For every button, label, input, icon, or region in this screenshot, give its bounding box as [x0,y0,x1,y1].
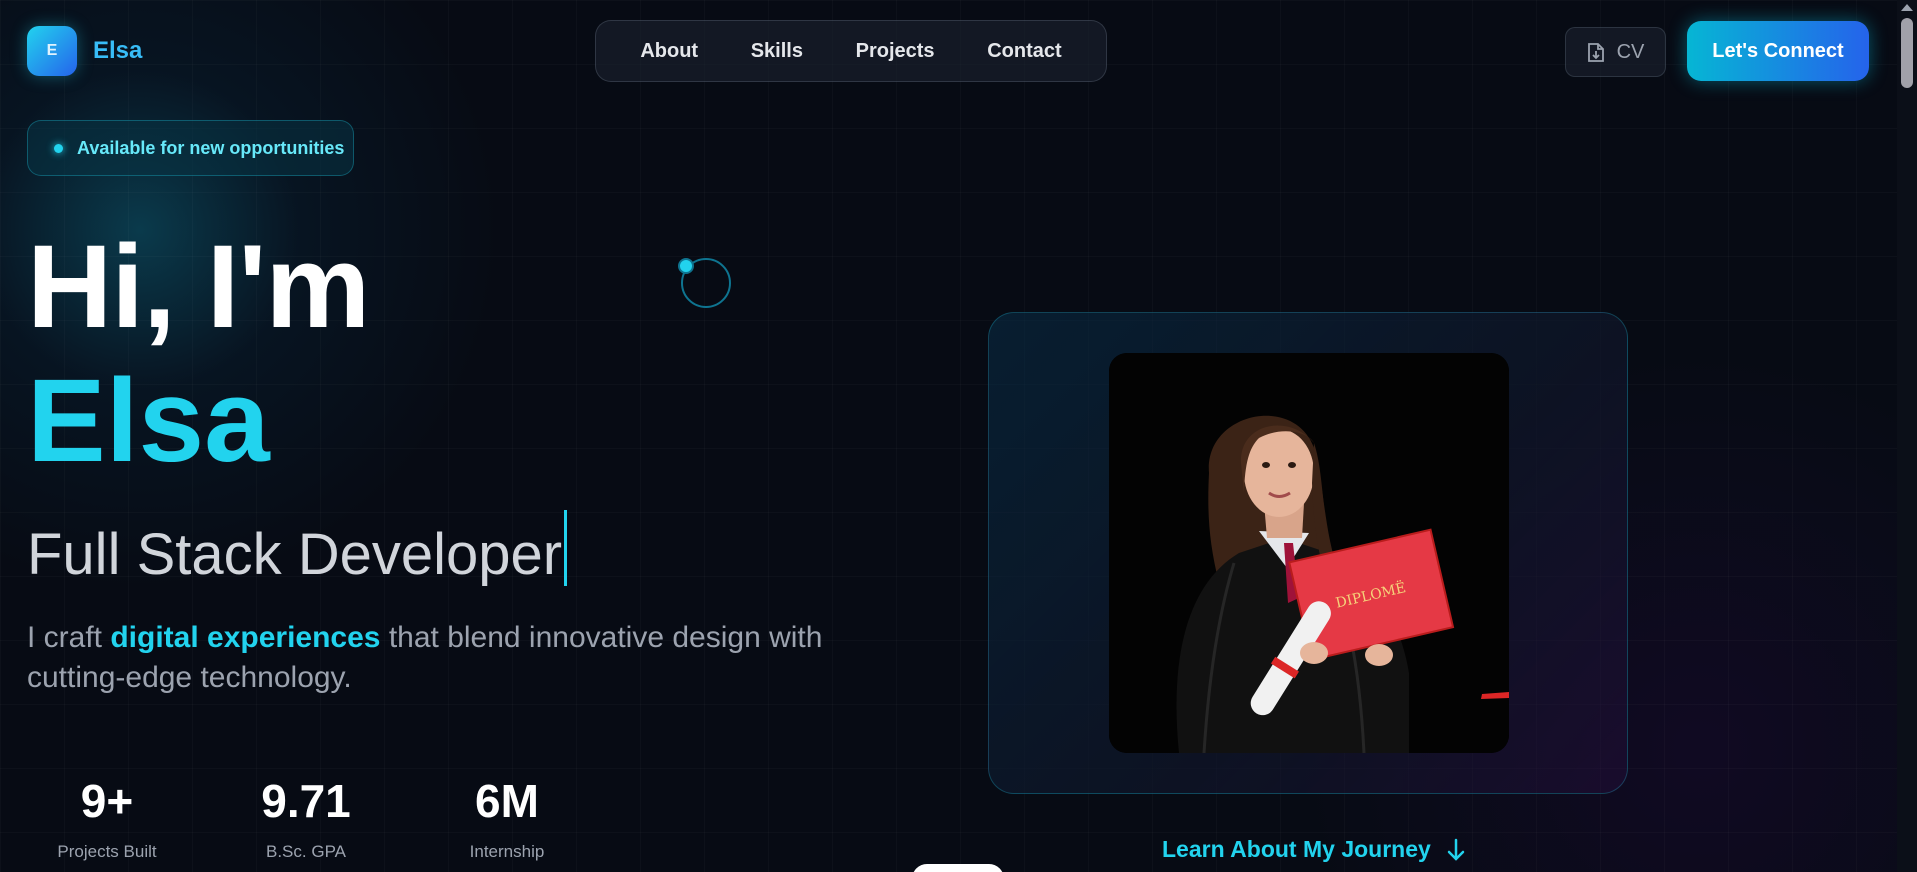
desc-highlight: digital experiences [110,621,381,654]
lets-connect-button[interactable]: Let's Connect [1687,21,1869,81]
profile-photo-card: DIPLOMË [988,312,1628,794]
stat-internship: 6M Internship [457,778,557,862]
site-logo[interactable]: E Elsa [27,26,142,76]
profile-photo: DIPLOMË [1109,353,1509,753]
scrollbar[interactable] [1897,0,1917,872]
typing-caret [564,510,568,586]
scroll-indicator[interactable] [912,864,1004,872]
stat-value: 9.71 [261,775,351,827]
cv-download-button[interactable]: CV [1565,27,1666,77]
hero-name: Elsa [27,355,270,487]
stat-value: 9+ [80,775,134,827]
nav-skills[interactable]: Skills [737,32,817,71]
stat-label: B.Sc. GPA [266,842,346,861]
main-nav: About Skills Projects Contact [595,20,1107,82]
graduate-portrait-image: DIPLOMË [1109,353,1509,753]
nav-about[interactable]: About [626,32,712,71]
scrollbar-thumb[interactable] [1901,18,1913,88]
desc-pre: I craft [27,621,111,654]
arrow-down-icon [1447,838,1465,861]
learn-journey-label: Learn About My Journey [1162,836,1431,862]
stat-gpa: 9.71 B.Sc. GPA [246,778,366,862]
hero-description: I craft digital experiences that blend i… [27,618,827,698]
hero-greeting: Hi, I'm [27,221,370,353]
nav-projects[interactable]: Projects [842,32,949,71]
file-download-icon [1587,42,1604,62]
cv-label: CV [1616,40,1645,63]
spinner-dot [678,258,694,274]
portfolio-page: E Elsa About Skills Projects Contact CV … [0,0,1917,872]
stat-label: Projects Built [57,842,157,861]
loading-spinner-icon [678,258,731,308]
stat-label: Internship [469,842,545,861]
scroll-up-icon[interactable] [1901,4,1913,11]
hero-role: Full Stack Developer [27,510,568,587]
stat-projects: 9+ Projects Built [57,778,157,862]
role-text: Full Stack Developer [27,522,563,587]
learn-journey-link[interactable]: Learn About My Journey [1162,836,1465,863]
logo-name: Elsa [93,37,143,64]
availability-text: Available for new opportunities [77,137,345,158]
stat-value: 6M [475,775,539,827]
logo-badge: E [27,26,77,76]
status-dot-icon [54,143,63,153]
availability-badge: Available for new opportunities [27,120,354,176]
nav-contact[interactable]: Contact [973,32,1075,71]
